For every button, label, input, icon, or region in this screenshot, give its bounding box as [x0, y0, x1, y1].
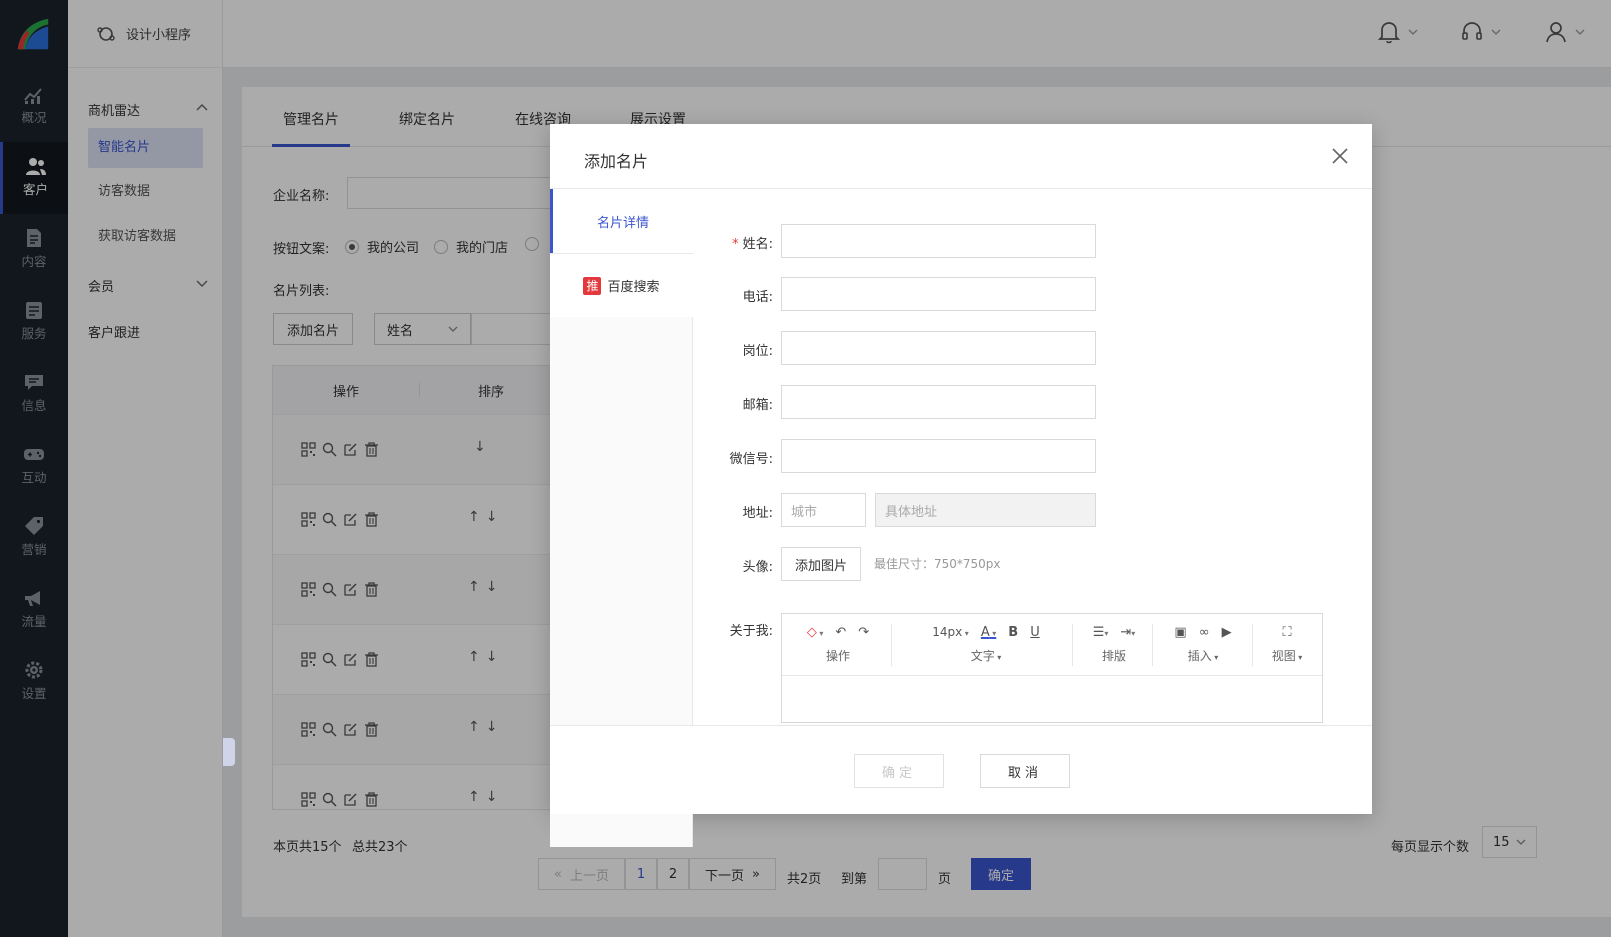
toolbar-group-insert: ▣ ∞ ▶ 插入 ▾	[1154, 620, 1252, 664]
font-size-select[interactable]: 14px ▾	[932, 625, 969, 639]
fullscreen-icon[interactable]: ⛶	[1282, 625, 1291, 640]
redo-icon[interactable]: ↷	[858, 625, 869, 640]
video-icon[interactable]: ▶	[1222, 625, 1232, 640]
avatar-label: 头像:	[742, 560, 773, 575]
address-label: 地址:	[742, 506, 773, 521]
undo-icon[interactable]: ↶	[835, 625, 846, 640]
image-icon[interactable]: ▣	[1174, 625, 1186, 640]
side-tab-label: 百度搜索	[607, 280, 660, 295]
toolbar-label-insert: 插入 ▾	[1187, 649, 1219, 663]
phone-input[interactable]	[781, 277, 1096, 311]
sidebar-collapse-handle[interactable]	[223, 738, 235, 766]
toolbar-label-view: 视图 ▾	[1271, 649, 1303, 663]
toolbar-separator	[891, 624, 892, 666]
bold-icon[interactable]: B	[1008, 625, 1018, 640]
dialog-footer: 确定 取消	[550, 725, 1372, 814]
toolbar-separator	[1072, 624, 1073, 666]
detail-address-input[interactable]: 具体地址	[875, 493, 1096, 527]
city-input[interactable]: 城市	[781, 493, 866, 527]
toolbar-group-ops: ◇ ▾ ↶ ↷ 操作	[788, 620, 888, 664]
wechat-label: 微信号:	[729, 452, 773, 467]
avatar-size-hint: 最佳尺寸：750*750px	[874, 557, 1001, 571]
position-label: 岗位:	[742, 344, 773, 359]
dialog-title: 添加名片	[584, 152, 649, 171]
email-label: 邮箱:	[742, 398, 773, 413]
editor-toolbar: ◇ ▾ ↶ ↷ 操作 14px ▾ A ▾ B U 文字 ▾ ☰▾ ⇥▾ 排版 …	[782, 614, 1322, 676]
indent-icon[interactable]: ⇥▾	[1120, 625, 1135, 640]
toolbar-group-view: ⛶ 视图 ▾	[1254, 620, 1320, 664]
editor-content-area[interactable]	[782, 676, 1322, 724]
toolbar-label-view-value: 视图	[1271, 649, 1296, 663]
baidu-promote-badge: 推	[583, 276, 602, 295]
font-color-icon[interactable]: A ▾	[981, 625, 996, 640]
name-label: * 姓名:	[683, 233, 773, 252]
font-size-value: 14px	[932, 625, 963, 639]
eraser-icon[interactable]: ◇ ▾	[807, 625, 824, 640]
name-label-text: 姓名:	[742, 237, 773, 252]
toolbar-label-layout: 排版	[1101, 649, 1126, 663]
wechat-input[interactable]	[781, 439, 1096, 473]
name-input[interactable]	[781, 224, 1096, 258]
toolbar-label-text-value: 文字	[970, 649, 995, 663]
email-input[interactable]	[781, 385, 1096, 419]
about-label: 关于我:	[729, 624, 773, 639]
add-image-button[interactable]: 添加图片	[781, 547, 861, 581]
toolbar-separator	[1152, 624, 1153, 666]
close-icon[interactable]	[1330, 146, 1350, 166]
underline-icon[interactable]: U	[1030, 625, 1040, 640]
toolbar-label-insert-value: 插入	[1187, 649, 1212, 663]
position-input[interactable]	[781, 331, 1096, 365]
cancel-button[interactable]: 取消	[980, 754, 1070, 788]
add-card-dialog: 添加名片 名片详情 推 百度搜索 * 姓名: 电话: 岗位: 邮箱: 微信号: 地…	[550, 124, 1372, 847]
toolbar-label-text: 文字 ▾	[970, 649, 1002, 663]
phone-label: 电话:	[742, 290, 773, 305]
confirm-button[interactable]: 确定	[854, 754, 944, 788]
toolbar-group-layout: ☰▾ ⇥▾ 排版	[1078, 620, 1150, 664]
side-tab-baidu-search[interactable]: 推 百度搜索	[550, 253, 693, 317]
align-icon[interactable]: ☰▾	[1093, 625, 1109, 640]
required-asterisk: *	[732, 237, 739, 252]
rich-text-editor: ◇ ▾ ↶ ↷ 操作 14px ▾ A ▾ B U 文字 ▾ ☰▾ ⇥▾ 排版 …	[781, 613, 1323, 723]
toolbar-group-text: 14px ▾ A ▾ B U 文字 ▾	[894, 620, 1078, 664]
dialog-header: 添加名片	[550, 124, 1372, 189]
side-tab-card-details[interactable]: 名片详情	[550, 189, 693, 253]
link-icon[interactable]: ∞	[1199, 625, 1210, 640]
toolbar-separator	[1252, 624, 1253, 666]
toolbar-label-ops: 操作	[825, 649, 850, 663]
